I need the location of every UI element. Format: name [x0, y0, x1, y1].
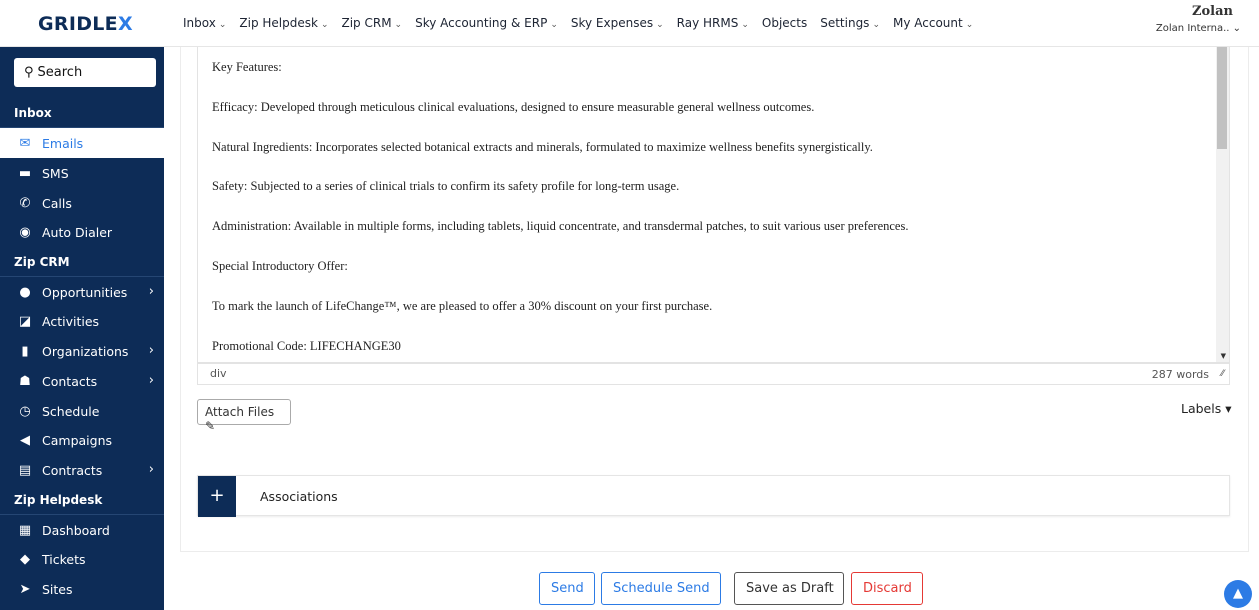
chevron-down-icon: ⌄: [320, 20, 329, 30]
scrollbar-thumb[interactable]: [1217, 47, 1227, 149]
lightbulb-icon: ●: [19, 284, 31, 300]
sidebar-search[interactable]: ⚲ Search: [14, 58, 156, 87]
sidebar-item-auto-dialer[interactable]: ◉ Auto Dialer: [0, 217, 164, 247]
body-line: Safety: Subjected to a series of clinica…: [212, 179, 680, 194]
email-body-editor[interactable]: Key Features: Efficacy: Developed throug…: [197, 47, 1230, 363]
add-association-button[interactable]: +: [198, 476, 236, 517]
body-line: Administration: Available in multiple fo…: [212, 219, 909, 234]
sidebar-item-schedule[interactable]: ◷ Schedule: [0, 396, 164, 426]
account-org: Zolan Interna.. ⌄: [1155, 23, 1241, 34]
sidebar-item-opportunities[interactable]: ● Opportunities ›: [0, 277, 164, 307]
associations-label: Associations: [260, 489, 338, 504]
megaphone-icon: ◀: [20, 432, 30, 448]
nav-my-account[interactable]: My Account ⌄: [893, 16, 973, 30]
sidebar-item-contracts[interactable]: ▤ Contracts ›: [0, 455, 164, 485]
body-line: Promotional Code: LIFECHANGE30: [212, 338, 401, 353]
clock-icon: ◷: [19, 403, 31, 419]
building-icon: ▮: [21, 343, 29, 359]
sidebar-item-contacts[interactable]: ☗ Contacts ›: [0, 366, 164, 396]
plus-icon: +: [209, 485, 225, 506]
chat-icon: ▬: [18, 165, 32, 181]
chevron-down-icon: ⌄: [218, 20, 227, 30]
cursor-icon: ➤: [19, 581, 31, 597]
nav-zip-crm[interactable]: Zip CRM ⌄: [341, 16, 402, 30]
sidebar-item-calls[interactable]: ✆ Calls: [0, 188, 164, 218]
body-line: Efficacy: Developed through meticulous c…: [212, 99, 815, 114]
search-icon: ⚲: [24, 65, 34, 80]
sidebar: ⚲ Search Inbox ✉ Emails ▬ SMS ✆ Calls ◉ Auto …: [0, 47, 164, 610]
document-icon: ▤: [18, 462, 32, 478]
ticket-icon: ◆: [20, 551, 30, 567]
main-nav: Inbox ⌄ Zip Helpdesk ⌄ Zip CRM ⌄ Sky Accoun…: [183, 16, 986, 30]
section-zip-helpdesk: Zip Helpdesk: [0, 485, 164, 515]
attach-files-button[interactable]: Attach Files ✎: [197, 399, 291, 433]
dialer-icon: ◉: [19, 224, 31, 240]
resize-handle-icon[interactable]: ⁄⁄: [1221, 369, 1224, 379]
help-launcher-icon[interactable]: ▲: [1224, 580, 1252, 608]
user-icon: ☗: [19, 373, 31, 389]
sidebar-item-sms[interactable]: ▬ SMS: [0, 158, 164, 188]
send-button[interactable]: Send: [539, 572, 595, 605]
nav-zip-helpdesk[interactable]: Zip Helpdesk ⌄: [239, 16, 328, 30]
sidebar-item-campaigns[interactable]: ◀ Campaigns: [0, 425, 164, 455]
body-line: Key Features:: [212, 60, 282, 74]
nav-ray-hrms[interactable]: Ray HRMS ⌄: [677, 16, 749, 30]
editor-scrollbar[interactable]: ▼: [1216, 47, 1229, 362]
chevron-down-icon: ⌄: [394, 20, 403, 30]
schedule-send-button[interactable]: Schedule Send: [601, 572, 721, 605]
account-name: Zolan: [1192, 4, 1233, 19]
chevron-right-icon: ›: [148, 462, 154, 477]
sidebar-item-sites[interactable]: ➤ Sites: [0, 574, 164, 604]
section-zip-crm: Zip CRM: [0, 247, 164, 277]
word-count: 287 words: [1151, 368, 1209, 381]
section-inbox: Inbox: [0, 98, 164, 128]
body-line: To mark the launch of LifeChange™, we ar…: [212, 298, 713, 313]
associations-panel: + Associations: [197, 475, 1230, 517]
account-menu[interactable]: Zolan Zolan Interna.. ⌄: [1156, 4, 1241, 34]
nav-sky-expenses[interactable]: Sky Expenses ⌄: [571, 16, 664, 30]
sidebar-item-dashboard[interactable]: ▦ Dashboard: [0, 515, 164, 545]
save-draft-button[interactable]: Save as Draft: [734, 572, 844, 605]
nav-sky-accounting[interactable]: Sky Accounting & ERP ⌄: [415, 16, 558, 30]
chevron-right-icon: ›: [148, 284, 154, 299]
nav-inbox[interactable]: Inbox ⌄: [183, 16, 226, 30]
top-navbar: GRIDLEX Inbox ⌄ Zip Helpdesk ⌄ Zip CRM ⌄ Sk…: [0, 0, 1259, 47]
body-line: Special Introductory Offer:: [212, 258, 348, 273]
sidebar-item-emails[interactable]: ✉ Emails: [0, 128, 164, 158]
nav-settings[interactable]: Settings ⌄: [820, 16, 880, 30]
sidebar-item-tickets[interactable]: ◆ Tickets: [0, 544, 164, 574]
discard-button[interactable]: Discard: [851, 572, 923, 605]
gridlex-logo[interactable]: GRIDLEX: [38, 13, 133, 35]
nav-objects[interactable]: Objects: [762, 16, 807, 30]
element-path: div: [210, 367, 227, 380]
dashboard-icon: ▦: [18, 522, 32, 538]
envelope-icon: ✉: [19, 135, 31, 151]
chevron-down-icon: ⌄: [656, 20, 664, 30]
sidebar-item-activities[interactable]: ◪ Activities: [0, 306, 164, 336]
editor-statusbar: div 287 words ⁄⁄: [197, 363, 1230, 385]
chevron-down-icon: ⌄: [872, 20, 880, 30]
chevron-down-icon: ⌄: [965, 20, 974, 30]
paperclip-icon: ✎: [205, 419, 216, 433]
chevron-right-icon: ›: [148, 373, 154, 388]
chart-icon: ◪: [18, 313, 32, 329]
sidebar-item-organizations[interactable]: ▮ Organizations ›: [0, 336, 164, 366]
labels-dropdown[interactable]: Labels ▾: [1181, 401, 1231, 416]
phone-icon: ✆: [19, 195, 31, 211]
scroll-down-icon[interactable]: ▼: [1221, 352, 1226, 360]
chevron-down-icon: ⌄: [741, 20, 749, 30]
chevron-down-icon: ⌄: [550, 20, 558, 30]
email-body-text[interactable]: Key Features: Efficacy: Developed throug…: [212, 60, 909, 362]
chevron-right-icon: ›: [148, 343, 154, 358]
body-line: Natural Ingredients: Incorporates select…: [212, 139, 873, 154]
